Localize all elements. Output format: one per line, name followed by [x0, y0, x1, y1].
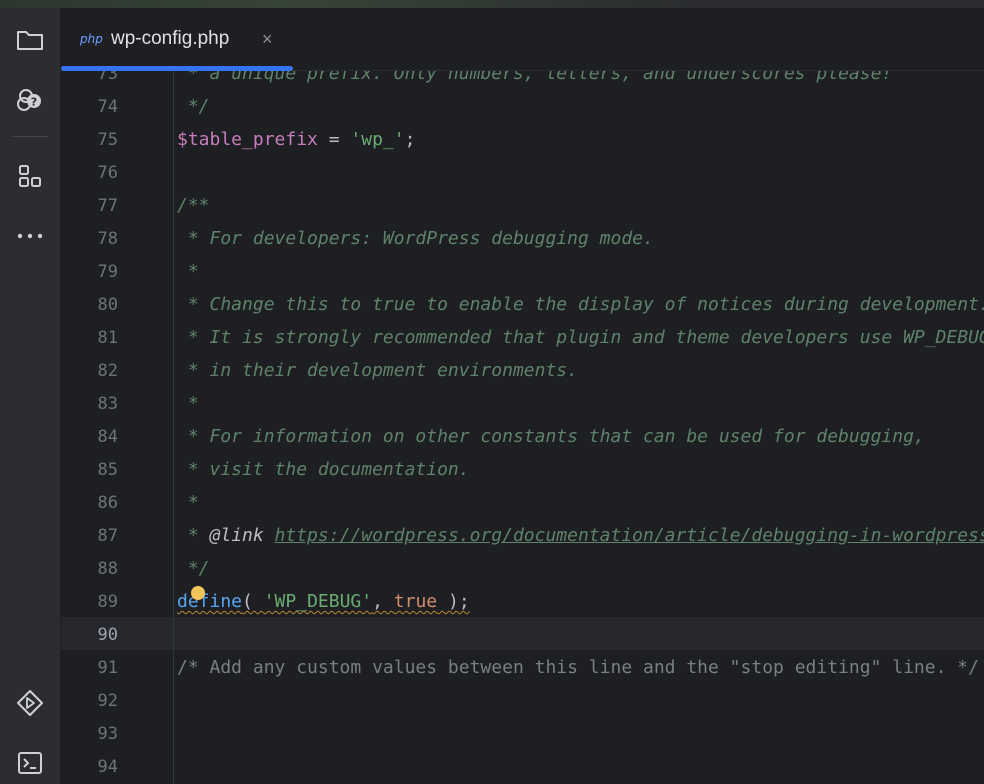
variable-table-prefix: $table_prefix: [177, 129, 318, 150]
code-line-82: * in their development environments.: [177, 360, 578, 381]
run-icon[interactable]: [14, 687, 46, 719]
string-wp-debug: 'WP_DEBUG': [263, 591, 373, 612]
line-number-current: 90: [97, 625, 118, 645]
code-line-78: * For developers: WordPress debugging mo…: [177, 228, 654, 249]
code-line-73: * a unique prefix. Only numbers, letters…: [177, 71, 893, 84]
code-line-84: * For information on other constants tha…: [177, 426, 925, 447]
line-number: 85: [97, 460, 118, 480]
line-number: 86: [97, 493, 118, 513]
line-number: 74: [97, 97, 118, 117]
string-wp: 'wp_': [350, 129, 405, 150]
code-line-79: *: [177, 261, 199, 282]
svg-text:?: ?: [31, 96, 37, 109]
line-number: 91: [97, 658, 118, 678]
structure-icon[interactable]: [14, 160, 46, 192]
semicolon: ;: [404, 129, 416, 150]
code-line-77: /**: [177, 195, 210, 216]
line-number: 75: [97, 130, 118, 150]
line-number: 82: [97, 361, 118, 381]
ai-assistant-icon[interactable]: ?: [14, 84, 46, 116]
tab-title: wp-config.php: [111, 28, 230, 49]
activity-bar: ?: [0, 8, 61, 784]
line-number: 88: [97, 559, 118, 579]
tab-wp-config[interactable]: php wp-config.php ×: [61, 8, 293, 71]
activity-separator: [12, 136, 48, 137]
keyword-true: true: [393, 591, 438, 612]
code-line-88: */: [177, 558, 210, 579]
line-number: 92: [97, 691, 118, 711]
paren-close: );: [437, 591, 470, 612]
line-number: 77: [97, 196, 118, 216]
code-line-86: *: [177, 492, 199, 513]
code-line-81: * It is strongly recommended that plugin…: [177, 327, 984, 348]
line-number: 94: [97, 757, 118, 777]
line-number: 76: [97, 163, 118, 183]
assign-operator: =: [317, 129, 351, 150]
line-number: 84: [97, 427, 118, 447]
line-number: 93: [97, 724, 118, 744]
paren-open: (: [242, 591, 264, 612]
line-number: 78: [97, 229, 118, 249]
folder-icon[interactable]: [14, 24, 46, 56]
code-line-91: /* Add any custom values between this li…: [177, 657, 979, 678]
window-top-strip: [0, 0, 984, 8]
comment-prefix: *: [177, 525, 210, 546]
function-define[interactable]: define: [177, 591, 242, 612]
code-line-75: $table_prefix = 'wp_';: [177, 129, 415, 150]
terminal-icon[interactable]: [14, 747, 46, 779]
code-content: * a unique prefix. Only numbers, letters…: [177, 71, 984, 784]
comma: ,: [372, 591, 394, 612]
code-line-85: * visit the documentation.: [177, 459, 470, 480]
code-line-87: * @link https://wordpress.org/documentat…: [177, 525, 984, 546]
line-number: 87: [97, 526, 118, 546]
more-icon[interactable]: [14, 220, 46, 252]
editor-tab-bar: php wp-config.php ×: [61, 8, 984, 71]
code-line-80: * Change this to true to enable the disp…: [177, 294, 984, 315]
line-number: 79: [97, 262, 118, 282]
code-line-83: *: [177, 393, 199, 414]
doc-tag-link: @link: [209, 525, 264, 546]
documentation-link[interactable]: https://wordpress.org/documentation/arti…: [275, 525, 984, 546]
php-file-icon: php: [80, 32, 103, 46]
close-icon[interactable]: ×: [262, 29, 273, 50]
code-line-74: */: [177, 96, 210, 117]
code-line-89: define( 'WP_DEBUG', true );: [177, 591, 470, 612]
line-number: 80: [97, 295, 118, 315]
code-editor[interactable]: 73 74 75 76 77 78 79 80 81 82 83 84 85 8…: [61, 71, 984, 784]
line-number: 83: [97, 394, 118, 414]
line-number: 89: [97, 592, 118, 612]
intention-bulb-icon[interactable]: [191, 586, 205, 600]
line-number-gutter: 73 74 75 76 77 78 79 80 81 82 83 84 85 8…: [61, 71, 174, 784]
line-number: 81: [97, 328, 118, 348]
line-number: 73: [97, 71, 118, 84]
